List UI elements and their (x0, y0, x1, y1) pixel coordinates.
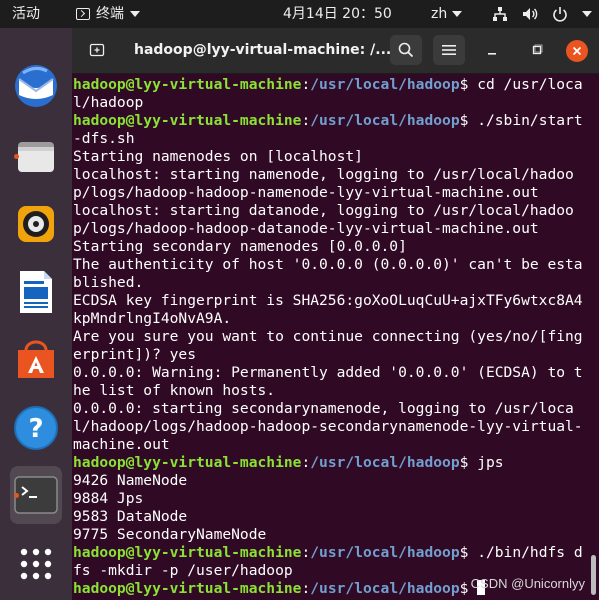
close-icon (572, 46, 582, 56)
prompt-line: hadoop@lyy-virtual-machine:/usr/local/ha… (73, 544, 588, 580)
prompt-separator: : (301, 454, 311, 471)
output-line: localhost: starting datanode, logging to… (73, 202, 574, 237)
output-line: Starting namenodes on [localhost] (73, 148, 363, 165)
input-method-label: zh (431, 6, 448, 22)
chevron-down-icon (130, 11, 140, 17)
terminal-icon (14, 476, 58, 514)
files-icon (18, 142, 54, 172)
activities-button[interactable]: 活动 (12, 0, 40, 28)
system-menu[interactable] (492, 0, 592, 28)
power-icon (553, 7, 567, 22)
software-icon (18, 340, 54, 378)
output-line: ECDSA key fingerprint is SHA256:goXoOLuq… (73, 292, 583, 327)
running-indicator (14, 154, 19, 159)
output-line: 9884 Jps (73, 490, 144, 507)
close-button[interactable] (566, 40, 588, 62)
volume-icon (523, 8, 538, 20)
svg-text:?: ? (28, 414, 43, 444)
terminal-scrollbar[interactable] (591, 555, 596, 595)
dock-rhythmbox[interactable] (10, 198, 62, 250)
running-indicator (14, 493, 19, 498)
output-line: Are you sure you want to continue connec… (73, 328, 583, 363)
help-icon: ? (14, 406, 58, 450)
chevron-down-icon (582, 11, 592, 17)
dock-files[interactable] (10, 130, 62, 182)
output-line: 9426 NameNode (73, 472, 188, 489)
output-line: The authenticity of host '0.0.0.0 (0.0.0… (73, 256, 583, 291)
prompt-line: hadoop@lyy-virtual-machine:/usr/local/ha… (73, 454, 588, 472)
writer-icon (20, 271, 52, 313)
hamburger-icon (442, 45, 456, 55)
output-line: 0.0.0.0: Warning: Permanently added '0.0… (73, 364, 583, 399)
minimize-button[interactable] (482, 40, 502, 60)
prompt-path: /usr/local/hadoop (310, 454, 460, 471)
terminal-window: hadoop@lyy-virtual-machine: /... hadoop@… (72, 28, 599, 600)
watermark: CSDN @Unicornlyy (470, 576, 585, 591)
prompt-separator: : (301, 580, 311, 597)
prompt-separator: : (301, 544, 311, 561)
prompt-path: /usr/local/hadoop (310, 580, 460, 597)
new-tab-button[interactable] (83, 36, 111, 64)
prompt-user: hadoop@lyy-virtual-machine (73, 112, 302, 129)
search-button[interactable] (390, 35, 422, 65)
prompt-user: hadoop@lyy-virtual-machine (73, 76, 302, 93)
output-line: 0.0.0.0: starting secondarynamenode, log… (73, 400, 583, 453)
prompt-line: hadoop@lyy-virtual-machine:/usr/local/ha… (73, 76, 588, 112)
window-title: hadoop@lyy-virtual-machine: /... (134, 42, 392, 58)
prompt-user: hadoop@lyy-virtual-machine (73, 580, 302, 597)
prompt-path: /usr/local/hadoop (310, 76, 460, 93)
top-bar: 活动 终端 4月14日 20：50 zh (0, 0, 599, 28)
dock-thunderbird[interactable] (10, 60, 62, 112)
prompt-path: /usr/local/hadoop (310, 544, 460, 561)
prompt-line: hadoop@lyy-virtual-machine:/usr/local/ha… (73, 112, 588, 148)
chevron-down-icon (452, 11, 463, 17)
maximize-button[interactable] (527, 40, 547, 60)
network-icon (493, 7, 507, 21)
dock-help[interactable]: ? (10, 402, 62, 454)
output-line: 9583 DataNode (73, 508, 188, 525)
search-icon (398, 42, 414, 58)
maximize-icon (532, 44, 543, 55)
app-menu-button[interactable]: 终端 (76, 0, 140, 28)
show-applications-button[interactable] (10, 538, 62, 590)
prompt-user: hadoop@lyy-virtual-machine (73, 454, 302, 471)
dock-terminal[interactable] (10, 466, 62, 524)
output-line: Starting secondary namenodes [0.0.0.0] (73, 238, 407, 255)
command-text: $ jps (459, 454, 504, 471)
app-menu-label: 终端 (96, 6, 124, 22)
output-line: 9775 SecondaryNameNode (73, 526, 267, 543)
dock: ? (0, 28, 72, 600)
dock-writer[interactable] (10, 266, 62, 318)
minimize-icon (488, 53, 496, 55)
input-method-indicator[interactable]: zh (431, 0, 463, 28)
output-line: localhost: starting namenode, logging to… (73, 166, 574, 201)
new-tab-icon (89, 43, 105, 57)
window-header[interactable]: hadoop@lyy-virtual-machine: /... (72, 28, 599, 74)
prompt-user: hadoop@lyy-virtual-machine (73, 544, 302, 561)
prompt-path: /usr/local/hadoop (310, 112, 460, 129)
dock-software[interactable] (10, 334, 62, 386)
clock[interactable]: 4月14日 20：50 (283, 0, 392, 28)
rhythmbox-icon (18, 206, 54, 242)
prompt-separator: : (301, 112, 311, 129)
menu-button[interactable] (433, 35, 465, 65)
prompt-separator: : (301, 76, 311, 93)
terminal-output[interactable]: hadoop@lyy-virtual-machine:/usr/local/ha… (72, 73, 588, 600)
terminal-icon (76, 8, 90, 20)
app-grid-icon (20, 548, 52, 580)
thunderbird-icon (15, 65, 57, 107)
